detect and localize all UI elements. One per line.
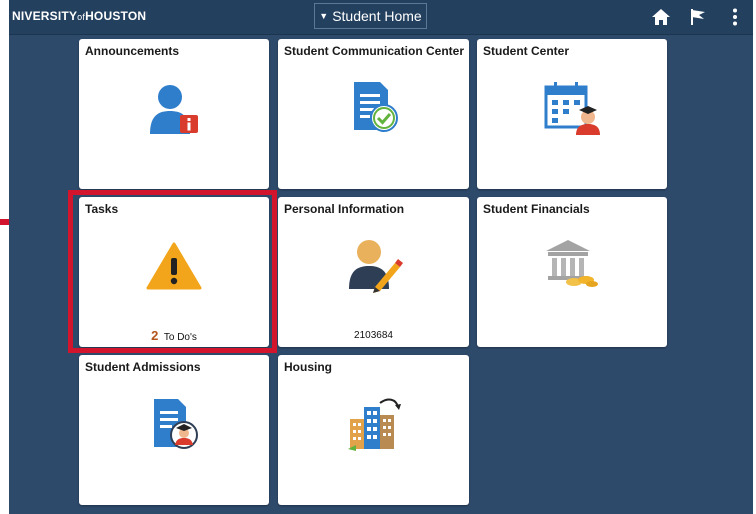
tile-student-admissions[interactable]: Student Admissions: [79, 355, 269, 505]
tile-title: Student Financials: [483, 202, 590, 216]
tasks-todo-count: 2 To Do's: [151, 328, 197, 343]
flag-icon[interactable]: [688, 7, 708, 27]
student-id: 2103684: [354, 330, 393, 341]
document-check-icon: [353, 82, 398, 132]
tile-title: Housing: [284, 360, 332, 374]
page-title: Student Home: [332, 8, 422, 24]
tile-title: Student Admissions: [85, 360, 201, 374]
tile-title: Announcements: [85, 44, 180, 58]
announcement-person-icon: [150, 85, 198, 134]
tile-personal-information[interactable]: Personal Information 2103684: [278, 197, 469, 347]
buildings-icon: [347, 398, 401, 451]
warning-icon: [146, 242, 202, 290]
caret-down-icon: ▼: [319, 11, 329, 21]
page-title-dropdown[interactable]: ▼ Student Home: [314, 3, 427, 29]
tile-announcements[interactable]: Announcements: [79, 39, 269, 189]
tile-title: Student Center: [483, 44, 570, 58]
header-bar: NIVERSITYofHOUSTON ▼ Student Home: [9, 0, 753, 35]
tile-housing[interactable]: Housing: [278, 355, 469, 505]
tile-student-communication-center[interactable]: Student Communication Center: [278, 39, 469, 189]
tile-student-financials[interactable]: Student Financials: [477, 197, 667, 347]
person-edit-icon: [348, 240, 403, 293]
home-icon[interactable]: [651, 7, 671, 27]
university-logo: NIVERSITYofHOUSTON: [12, 9, 147, 23]
document-graduate-icon: [154, 399, 198, 449]
tile-student-center[interactable]: Student Center: [477, 39, 667, 189]
tile-title: Student Communication Center: [284, 44, 465, 58]
app-window: NIVERSITYofHOUSTON ▼ Student Home Announ…: [9, 0, 753, 514]
tile-title: Tasks: [85, 202, 119, 216]
bank-coins-icon: [546, 240, 598, 287]
calendar-student-icon: [544, 82, 600, 135]
tile-title: Personal Information: [284, 202, 405, 216]
kebab-menu-icon[interactable]: [725, 7, 745, 27]
tile-tasks[interactable]: Tasks 2 To Do's: [79, 197, 269, 347]
